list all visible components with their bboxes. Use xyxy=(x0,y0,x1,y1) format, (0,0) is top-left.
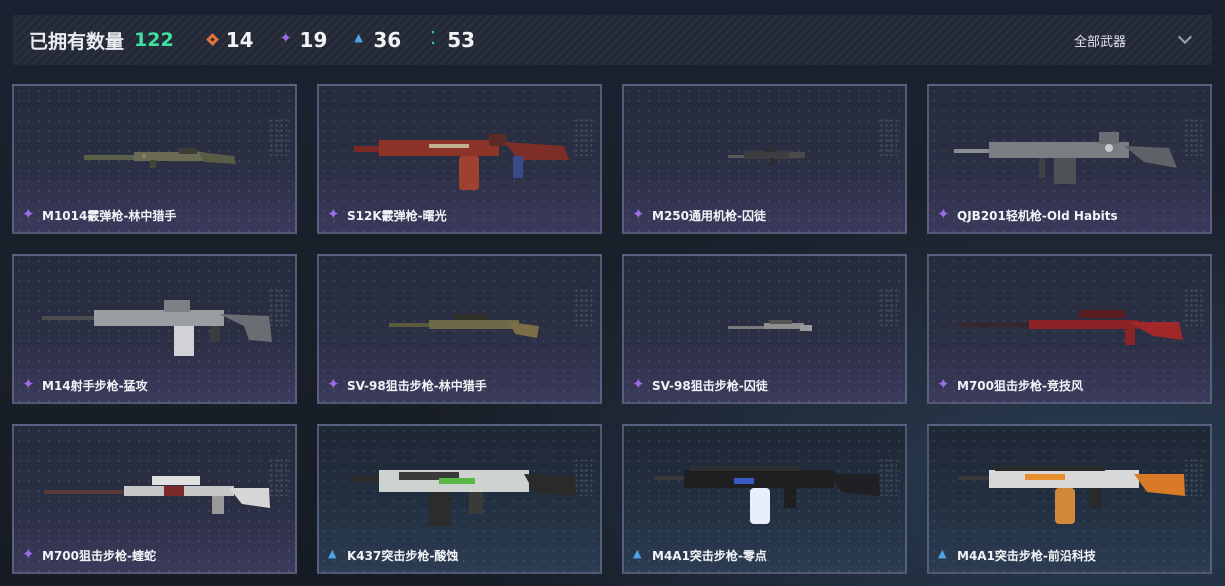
weapon-image xyxy=(354,134,569,190)
purple-rarity-icon xyxy=(632,375,646,393)
weapon-name: QJB201轻机枪-Old Habits xyxy=(957,209,1118,223)
weapon-name-row: M14射手步枪-猛攻 xyxy=(22,375,148,394)
weapon-name: M4A1突击步枪-零点 xyxy=(652,549,767,563)
weapon-image xyxy=(389,314,539,338)
weapon-name-row: M4A1突击步枪-零点 xyxy=(632,547,767,564)
weapon-image xyxy=(654,466,880,524)
purple-rarity-icon xyxy=(280,29,294,47)
weapon-image xyxy=(959,310,1183,345)
weapon-image xyxy=(44,476,270,514)
purple-rarity-icon xyxy=(327,205,341,223)
weapon-image xyxy=(84,148,236,168)
weapon-name: M14射手步枪-猛攻 xyxy=(42,379,148,393)
weapon-name-row: M250通用机枪-囚徒 xyxy=(632,205,766,224)
weapon-name-row: QJB201轻机枪-Old Habits xyxy=(937,205,1118,224)
weapon-name-row: SV-98狙击步枪-林中猎手 xyxy=(327,375,487,394)
blue-rarity-icon xyxy=(937,547,951,563)
green-rarity-icon xyxy=(427,28,441,49)
weapon-card[interactable]: M4A1突击步枪-零点 xyxy=(622,424,907,574)
weapon-card[interactable]: M250通用机枪-囚徒 xyxy=(622,84,907,234)
weapon-card[interactable]: K437突击步枪-酸蚀 xyxy=(317,424,602,574)
purple-rarity-icon xyxy=(632,205,646,223)
weapon-name-row: K437突击步枪-酸蚀 xyxy=(327,547,458,564)
weapon-name: M700狙击步枪-蝰蛇 xyxy=(42,549,156,563)
weapon-name: SV-98狙击步枪-林中猎手 xyxy=(347,379,487,393)
weapon-name: M1014霰弹枪-林中猎手 xyxy=(42,209,177,223)
weapon-card[interactable]: S12K霰弹枪-曙光 xyxy=(317,84,602,234)
weapon-card[interactable]: QJB201轻机枪-Old Habits xyxy=(927,84,1212,234)
weapon-name: S12K霰弹枪-曙光 xyxy=(347,209,447,223)
orange-rarity-icon xyxy=(206,33,220,47)
weapon-name-row: SV-98狙击步枪-囚徒 xyxy=(632,375,768,394)
purple-rarity-icon xyxy=(22,545,36,563)
weapon-name-row: M700狙击步枪-蝰蛇 xyxy=(22,545,156,564)
blue-rarity-icon xyxy=(632,547,646,563)
owned-count-label: 已拥有数量 xyxy=(29,30,125,53)
inventory-header: 已拥有数量 122 14 19 36 53 全部武器 xyxy=(13,15,1212,65)
weapon-card[interactable]: M700狙击步枪-蝰蛇 xyxy=(12,424,297,574)
purple-rarity-icon xyxy=(327,375,341,393)
purple-rarity-icon xyxy=(22,205,36,223)
weapon-name-row: M4A1突击步枪-前沿科技 xyxy=(937,547,1096,564)
purple-rarity-icon xyxy=(22,375,36,393)
chevron-down-icon xyxy=(1177,29,1193,45)
purple-rarity-icon xyxy=(937,375,951,393)
blue-rarity-icon xyxy=(353,31,367,47)
rarity-count: 19 xyxy=(299,28,328,52)
weapon-image xyxy=(954,132,1177,184)
weapon-name: M250通用机枪-囚徒 xyxy=(652,209,766,223)
weapon-image xyxy=(728,320,812,331)
weapon-name-row: M700狙击步枪-竞技风 xyxy=(937,375,1083,394)
weapon-card[interactable]: M4A1突击步枪-前沿科技 xyxy=(927,424,1212,574)
weapon-card[interactable]: M14射手步枪-猛攻 xyxy=(12,254,297,404)
purple-rarity-icon xyxy=(937,205,951,223)
weapon-name: SV-98狙击步枪-囚徒 xyxy=(652,379,768,393)
owned-count-value: 122 xyxy=(134,29,174,51)
weapon-name: K437突击步枪-酸蚀 xyxy=(347,549,459,563)
rarity-counter-orange: 14 xyxy=(206,28,254,52)
rarity-counter-purple: 19 xyxy=(280,28,328,52)
weapon-filter-dropdown[interactable]: 全部武器 xyxy=(1073,15,1193,65)
rarity-counter-blue: 36 xyxy=(353,28,401,52)
rarity-count: 14 xyxy=(225,28,254,52)
weapon-grid: M1014霰弹枪-林中猎手 S12K霰弹枪-曙光 xyxy=(12,84,1212,574)
weapon-image xyxy=(959,466,1185,524)
weapon-card[interactable]: M700狙击步枪-竞技风 xyxy=(927,254,1212,404)
weapon-filter-label: 全部武器 xyxy=(1073,34,1126,50)
blue-rarity-icon xyxy=(327,547,341,563)
weapon-image xyxy=(42,300,272,356)
weapon-name-row: M1014霰弹枪-林中猎手 xyxy=(22,205,177,224)
weapon-card[interactable]: SV-98狙击步枪-囚徒 xyxy=(622,254,907,404)
weapon-card[interactable]: M1014霰弹枪-林中猎手 xyxy=(12,84,297,234)
weapon-card[interactable]: SV-98狙击步枪-林中猎手 xyxy=(317,254,602,404)
weapon-name: M700狙击步枪-竞技风 xyxy=(957,379,1083,393)
rarity-count: 36 xyxy=(373,28,402,52)
weapon-name: M4A1突击步枪-前沿科技 xyxy=(957,549,1096,563)
weapon-name-row: S12K霰弹枪-曙光 xyxy=(327,205,447,224)
weapon-image xyxy=(728,148,805,165)
rarity-count: 53 xyxy=(447,28,476,52)
weapon-image xyxy=(349,470,577,526)
rarity-counter-green: 53 xyxy=(427,28,475,52)
